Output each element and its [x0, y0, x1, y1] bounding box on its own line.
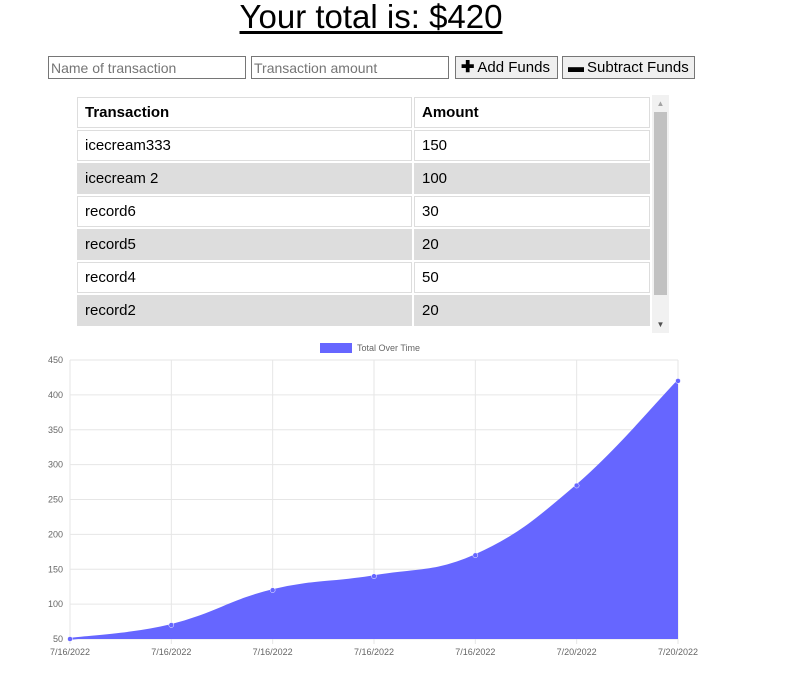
- total-over-time-chart: 50100150200250300350400450 7/16/2022 7/16…: [48, 343, 698, 657]
- data-point: [573, 482, 580, 489]
- add-funds-label: Add Funds: [477, 59, 550, 76]
- scroll-up-arrow-icon[interactable]: ▲: [652, 95, 669, 112]
- add-funds-button[interactable]: ✚ Add Funds: [455, 56, 558, 79]
- transactions-table: Transaction Amount icecream333 150 icecr…: [75, 95, 652, 328]
- transaction-amount-input[interactable]: [251, 56, 449, 79]
- total-heading: Your total is: $420: [239, 0, 503, 35]
- subtract-funds-button[interactable]: ▬ Subtract Funds: [562, 56, 695, 79]
- data-point: [269, 587, 276, 593]
- y-tick-label: 250: [48, 495, 63, 505]
- plus-icon: ✚: [461, 58, 475, 76]
- transaction-amount-cell: 20: [414, 295, 650, 326]
- subtract-funds-label: Subtract Funds: [587, 59, 689, 76]
- transaction-name-cell: icecream333: [77, 130, 412, 161]
- y-tick-label: 150: [48, 564, 63, 574]
- transaction-amount-cell: 150: [414, 130, 650, 161]
- scrollbar-thumb[interactable]: [654, 112, 667, 295]
- header-amount: Amount: [414, 97, 650, 128]
- table-row: record4 50: [77, 262, 650, 293]
- transactions-table-container[interactable]: Transaction Amount icecream333 150 icecr…: [75, 95, 669, 333]
- data-point: [67, 636, 73, 642]
- transaction-name-input[interactable]: [48, 56, 246, 79]
- legend-swatch: [320, 343, 352, 353]
- data-point: [371, 573, 377, 579]
- table-row: icecream333 150: [77, 130, 650, 161]
- x-tick-label: 7/16/2022: [354, 647, 394, 657]
- x-tick-label: 7/16/2022: [50, 647, 90, 657]
- data-point: [675, 378, 681, 384]
- x-axis-ticks: 7/16/2022 7/16/2022 7/16/2022 7/16/2022 7/16…: [50, 647, 698, 657]
- y-axis-ticks: 50 100 150 200 250 300 350 400 450: [48, 355, 63, 644]
- table-row: record6 30: [77, 196, 650, 227]
- minus-icon: ▬: [568, 58, 584, 76]
- y-tick-label: 200: [48, 529, 63, 539]
- y-tick-label: 450: [48, 355, 63, 365]
- transaction-amount-cell: 30: [414, 196, 650, 227]
- legend-label: Total Over Time: [357, 343, 420, 353]
- table-row: record5 20: [77, 229, 650, 260]
- transaction-name-cell: record4: [77, 262, 412, 293]
- y-tick-label: 50: [53, 634, 63, 644]
- table-header-row: Transaction Amount: [77, 97, 650, 128]
- header-transaction: Transaction: [77, 97, 412, 128]
- x-tick-label: 7/20/2022: [658, 647, 698, 657]
- x-tick-label: 7/16/2022: [151, 647, 191, 657]
- table-scrollbar[interactable]: ▲ ▼: [652, 95, 669, 333]
- data-point: [472, 552, 479, 559]
- transaction-name-cell: record2: [77, 295, 412, 326]
- table-row: icecream 2 100: [77, 163, 650, 194]
- y-tick-label: 300: [48, 460, 63, 470]
- transaction-name-cell: icecream 2: [77, 163, 412, 194]
- x-tick-label: 7/16/2022: [455, 647, 495, 657]
- chart-legend: Total Over Time: [320, 343, 420, 353]
- data-point: [168, 622, 175, 628]
- scroll-down-arrow-icon[interactable]: ▼: [652, 316, 669, 333]
- transaction-amount-cell: 50: [414, 262, 650, 293]
- y-tick-label: 350: [48, 425, 63, 435]
- x-tick-label: 7/20/2022: [557, 647, 597, 657]
- transaction-amount-cell: 20: [414, 229, 650, 260]
- transaction-name-cell: record6: [77, 196, 412, 227]
- x-tick-label: 7/16/2022: [253, 647, 293, 657]
- y-tick-label: 100: [48, 599, 63, 609]
- transaction-name-cell: record5: [77, 229, 412, 260]
- transaction-amount-cell: 100: [414, 163, 650, 194]
- y-tick-label: 400: [48, 390, 63, 400]
- table-row: record2 20: [77, 295, 650, 326]
